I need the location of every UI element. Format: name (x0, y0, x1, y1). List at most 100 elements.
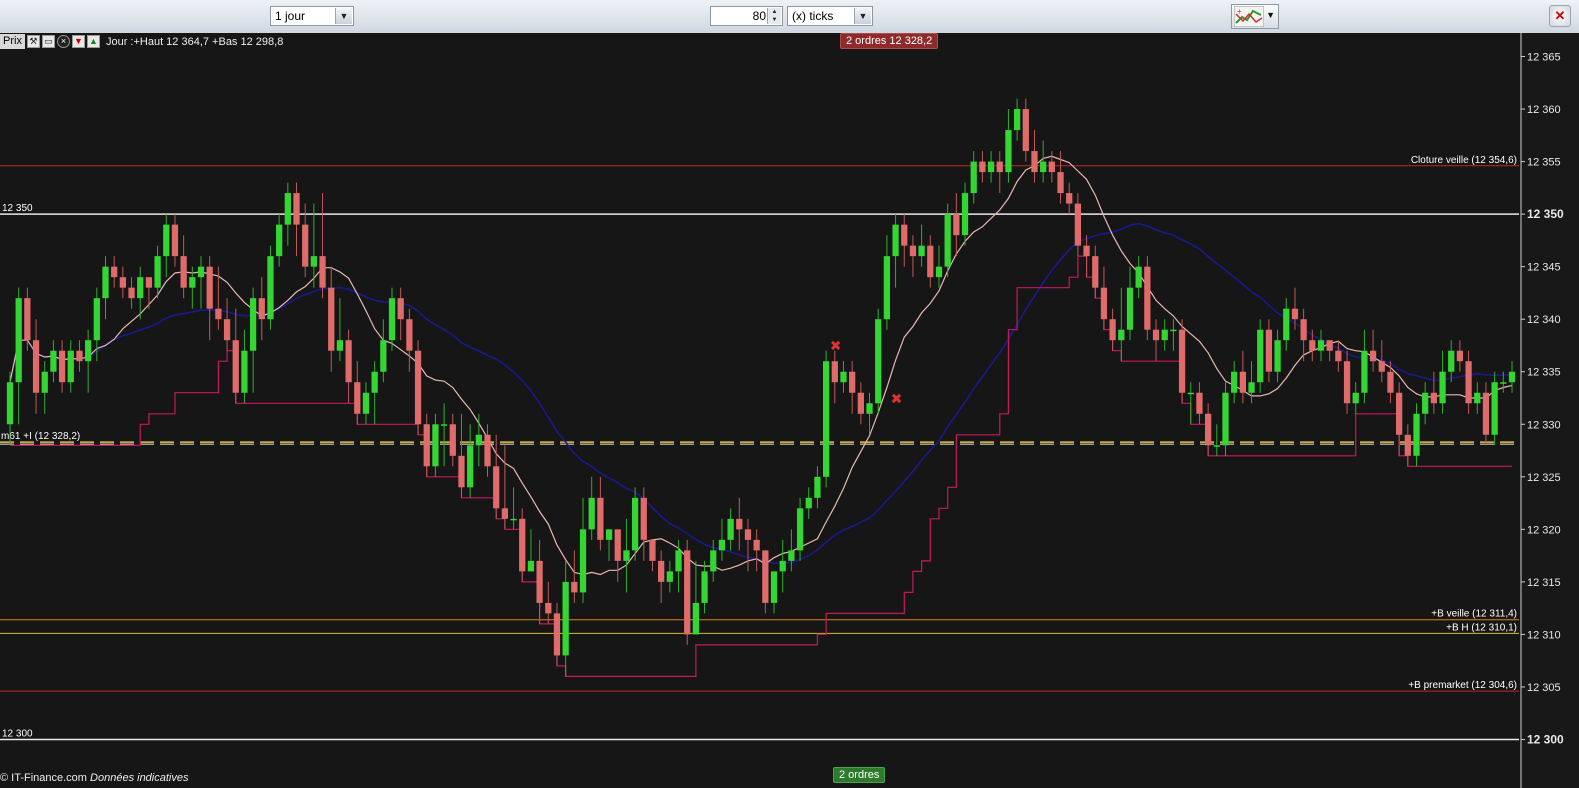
candle-body (102, 266, 109, 299)
candle-body (406, 319, 413, 351)
candle-body (605, 529, 613, 540)
candle-body (58, 350, 66, 383)
candle-body (1170, 329, 1177, 332)
y-tick-label: 12 300 (1527, 732, 1564, 746)
window-icon[interactable]: ▭ (41, 35, 55, 48)
orders-badge-top[interactable]: 2 ordres 12 328,2 (840, 33, 939, 49)
candle-body (614, 529, 621, 561)
price-chart[interactable]: Cloture veille (12 354,6) 12 350 +B veille… (0, 33, 1579, 788)
candle-body (458, 455, 465, 488)
arrow-down-icon[interactable]: ▼ (71, 35, 85, 48)
arrow-up-icon[interactable]: ▲ (86, 35, 100, 48)
day-range-text: Jour :+Haut 12 364,7 +Bas 12 298,8 (105, 35, 284, 48)
candle-body (597, 497, 604, 540)
candle-body (796, 508, 804, 551)
candle-body (814, 476, 821, 498)
candle-body (571, 581, 578, 593)
candle-body (1109, 319, 1116, 341)
candle-body (137, 277, 144, 299)
candle-body (1057, 172, 1064, 194)
candle-body (1092, 256, 1099, 288)
reference-line-label: 12 300 (2, 728, 33, 739)
candle-body (710, 550, 717, 572)
candle-body (50, 350, 57, 372)
candle-body (1248, 382, 1255, 393)
price-label[interactable]: Prix (0, 34, 25, 49)
candle-body (1213, 445, 1220, 447)
candle-body (875, 319, 882, 404)
candle-body (1491, 382, 1498, 435)
candle-body (1343, 361, 1351, 404)
candle-body (1352, 392, 1359, 404)
tick-count-input[interactable]: 80 ▲ ▼ (710, 6, 783, 26)
indicators-button[interactable]: + ▼ (1231, 4, 1279, 29)
wrench-icon[interactable]: ⚒ (26, 35, 40, 48)
candle-body (1369, 350, 1377, 362)
candle-body (579, 529, 587, 593)
candle-body (1265, 329, 1273, 372)
close-icon: ✕ (1554, 8, 1566, 23)
candle-body (1326, 340, 1333, 351)
y-tick-label: 12 345 (1527, 262, 1561, 274)
candle-body (76, 350, 83, 362)
candle-body (1482, 392, 1490, 435)
candle-body (1135, 266, 1142, 288)
candle-body (493, 466, 500, 509)
candle-body (1013, 109, 1021, 131)
candle-body (1152, 329, 1160, 341)
candle-body (1465, 361, 1472, 404)
candle-body (319, 256, 326, 288)
candle-body (935, 266, 943, 278)
candle-body (857, 392, 864, 414)
candle-body (302, 224, 309, 267)
candle-body (467, 445, 474, 488)
y-tick-label: 12 360 (1527, 104, 1561, 116)
chevron-down-icon[interactable]: ▼ (335, 8, 352, 24)
info-bar: Prix ⚒ ▭ × ▼ ▲ Jour :+Haut 12 364,7 +Bas… (0, 34, 283, 49)
orders-badge-bottom[interactable]: 2 ordres (833, 767, 886, 783)
chevron-down-icon[interactable]: ▼ (854, 8, 871, 24)
reference-line-label: +B veille (12 311,4) (1431, 609, 1517, 620)
spinner-arrows-icon[interactable]: ▲ ▼ (767, 8, 781, 24)
candle-body (354, 382, 361, 414)
candle-body (24, 298, 31, 341)
close-circle-icon[interactable]: × (56, 35, 70, 48)
candle-body (727, 518, 734, 540)
periodicity-value: 1 jour (275, 9, 306, 23)
periodicity-select[interactable]: 1 jour ▼ (270, 6, 354, 26)
candle-body (666, 571, 673, 582)
candle-body (249, 298, 257, 351)
candle-body (918, 245, 925, 257)
candle-body (154, 256, 161, 288)
candle-body (328, 287, 335, 351)
candle-body (979, 161, 986, 173)
candle-body (1083, 245, 1090, 257)
candle-body (510, 518, 517, 521)
candle-body (501, 508, 509, 519)
candle-body (440, 424, 448, 426)
order-cross-icon: ✖ (830, 339, 842, 355)
candle-body (414, 350, 422, 425)
tick-unit-select[interactable]: (x) ticks ▼ (787, 6, 873, 26)
candle-body (736, 518, 743, 530)
close-chart-button[interactable]: ✕ (1549, 5, 1571, 27)
tick-count-value: 80 (752, 9, 766, 23)
candle-body (961, 193, 969, 236)
candle-body (909, 245, 917, 257)
y-tick-label: 12 330 (1527, 419, 1561, 431)
candle-body (562, 581, 569, 656)
candle-body (901, 224, 908, 246)
candle-body (1448, 350, 1455, 372)
candle-body (310, 256, 317, 267)
candle-body (1239, 371, 1246, 393)
candle-body (944, 214, 951, 267)
candle-body (293, 193, 300, 225)
candle-body (1404, 434, 1411, 456)
candle-body (345, 340, 352, 383)
candle-body (1144, 266, 1151, 330)
candle-body (1422, 392, 1429, 414)
candle-body (553, 613, 561, 656)
candle-body (1413, 413, 1420, 456)
candle-body (849, 371, 856, 393)
toolbar: 1 jour ▼ 80 ▲ ▼ (x) ticks ▼ + ▼ ✕ (0, 0, 1579, 34)
